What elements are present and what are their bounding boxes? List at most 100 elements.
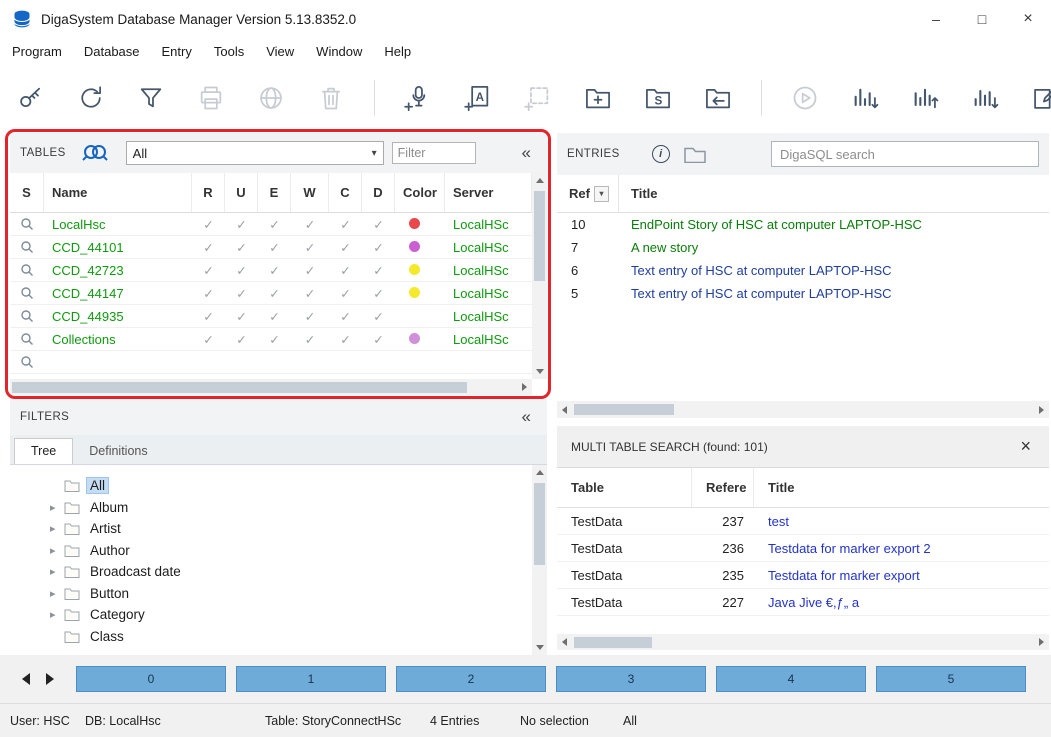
refresh-icon[interactable] [74, 81, 108, 115]
result-row[interactable]: TestData 227 Java Jive €,ƒ„ a [557, 589, 1049, 616]
col-header-u[interactable]: U [225, 173, 258, 212]
entry-row[interactable]: 7 A new story [557, 236, 1049, 259]
tree-item-all[interactable]: All [10, 475, 532, 497]
expand-arrow-icon[interactable]: ▸ [50, 608, 64, 621]
folder-s-icon[interactable]: S [641, 81, 675, 115]
col-header-e[interactable]: E [258, 173, 291, 212]
key-icon[interactable] [14, 81, 48, 115]
folder-icon[interactable] [684, 146, 706, 163]
pager-prev-button[interactable] [14, 667, 38, 691]
add-text-entry-icon[interactable]: A [461, 81, 495, 115]
entry-row[interactable]: 10 EndPoint Story of HSC at computer LAP… [557, 213, 1049, 236]
tree-item-category[interactable]: ▸ Category [10, 604, 532, 626]
col-header-c[interactable]: C [329, 173, 362, 212]
table-row[interactable]: CCD_42723 ✓ ✓ ✓ ✓ ✓ ✓ LocalHSc [10, 259, 532, 282]
table-row[interactable]: CCD_44935 ✓ ✓ ✓ ✓ ✓ ✓ LocalHSc [10, 305, 532, 328]
col-header-w[interactable]: W [291, 173, 329, 212]
scroll-left-arrow[interactable] [557, 635, 572, 650]
col-header-table[interactable]: Table [557, 468, 692, 507]
levels-3-icon[interactable] [968, 81, 1002, 115]
filter-icon[interactable] [134, 81, 168, 115]
result-row[interactable]: TestData 236 Testdata for marker export … [557, 535, 1049, 562]
scroll-up-arrow[interactable] [532, 173, 547, 188]
collapse-filters-button[interactable]: « [516, 407, 537, 427]
print-icon[interactable] [194, 81, 228, 115]
row-search-icon[interactable] [10, 309, 44, 323]
scrollbar-thumb[interactable] [534, 483, 545, 565]
row-search-icon[interactable] [10, 355, 44, 369]
entry-row[interactable]: 5 Text entry of HSC at computer LAPTOP-H… [557, 282, 1049, 305]
tree-item-album[interactable]: ▸ Album [10, 497, 532, 519]
page-button-4[interactable]: 4 [716, 666, 866, 692]
table-scope-dropdown[interactable]: All ▾ [126, 141, 384, 165]
entries-hscrollbar[interactable] [557, 401, 1049, 418]
result-row[interactable]: TestData 235 Testdata for marker export [557, 562, 1049, 589]
col-header-title[interactable]: Title [619, 186, 1049, 201]
expand-arrow-icon[interactable]: ▸ [50, 544, 64, 557]
close-multi-search-button[interactable]: × [1016, 436, 1035, 457]
menu-item-view[interactable]: View [255, 40, 305, 63]
scrollbar-thumb[interactable] [574, 404, 674, 415]
digasql-search-input[interactable] [771, 141, 1039, 167]
entry-row[interactable]: 6 Text entry of HSC at computer LAPTOP-H… [557, 259, 1049, 282]
scrollbar-thumb[interactable] [534, 191, 545, 281]
menu-item-program[interactable]: Program [1, 40, 73, 63]
col-header-r[interactable]: R [192, 173, 225, 212]
pager-next-button[interactable] [38, 667, 62, 691]
col-header-title[interactable]: Title [754, 468, 1049, 507]
delete-icon[interactable] [314, 81, 348, 115]
page-button-1[interactable]: 1 [236, 666, 386, 692]
levels-1-icon[interactable] [848, 81, 882, 115]
scroll-right-arrow[interactable] [517, 380, 532, 395]
col-header-reference[interactable]: Refere [692, 468, 754, 507]
tables-hscrollbar[interactable] [10, 379, 532, 395]
page-button-2[interactable]: 2 [396, 666, 546, 692]
marquee-select-icon[interactable] [521, 81, 555, 115]
col-header-server[interactable]: Server [445, 173, 532, 212]
tree-item-class[interactable]: Class [10, 626, 532, 648]
expand-arrow-icon[interactable]: ▸ [50, 565, 64, 578]
tree-item-broadcast-date[interactable]: ▸ Broadcast date [10, 561, 532, 583]
tree-item-button[interactable]: ▸ Button [10, 583, 532, 605]
add-audio-entry-icon[interactable] [401, 81, 435, 115]
col-header-color[interactable]: Color [395, 173, 445, 212]
scroll-down-arrow[interactable] [532, 364, 547, 379]
menu-item-database[interactable]: Database [73, 40, 151, 63]
tab-definitions[interactable]: Definitions [73, 439, 163, 464]
expand-arrow-icon[interactable]: ▸ [50, 522, 64, 535]
folder-import-icon[interactable] [701, 81, 735, 115]
row-search-icon[interactable] [10, 286, 44, 300]
close-button[interactable]: × [1005, 0, 1051, 38]
expand-arrow-icon[interactable]: ▸ [50, 501, 64, 514]
menu-item-tools[interactable]: Tools [203, 40, 255, 63]
scroll-right-arrow[interactable] [1034, 635, 1049, 650]
edit-entry-icon[interactable] [1028, 81, 1051, 115]
table-row[interactable]: CCD_44147 ✓ ✓ ✓ ✓ ✓ ✓ LocalHSc [10, 282, 532, 305]
result-row[interactable]: TestData 237 test [557, 508, 1049, 535]
collapse-tables-button[interactable]: « [516, 143, 537, 163]
play-icon[interactable] [788, 81, 822, 115]
row-search-icon[interactable] [10, 332, 44, 346]
scrollbar-thumb[interactable] [574, 637, 652, 648]
table-filter-input[interactable] [392, 142, 476, 164]
table-row[interactable]: LocalHsc ✓ ✓ ✓ ✓ ✓ ✓ LocalHSc [10, 213, 532, 236]
scrollbar-thumb[interactable] [12, 382, 467, 393]
menu-item-window[interactable]: Window [305, 40, 373, 63]
tree-item-author[interactable]: ▸ Author [10, 540, 532, 562]
expand-arrow-icon[interactable]: ▸ [50, 587, 64, 600]
tables-vscrollbar[interactable] [532, 173, 547, 379]
col-header-s[interactable]: S [10, 173, 44, 212]
scroll-left-arrow[interactable] [557, 402, 572, 417]
menu-item-help[interactable]: Help [373, 40, 422, 63]
new-folder-icon[interactable] [581, 81, 615, 115]
levels-2-icon[interactable] [908, 81, 942, 115]
scroll-up-arrow[interactable] [532, 465, 547, 480]
page-button-5[interactable]: 5 [876, 666, 1026, 692]
scroll-down-arrow[interactable] [532, 640, 547, 655]
table-row[interactable]: CCD_44101 ✓ ✓ ✓ ✓ ✓ ✓ LocalHSc [10, 236, 532, 259]
col-header-name[interactable]: Name [44, 173, 192, 212]
row-search-icon[interactable] [10, 263, 44, 277]
globe-icon[interactable] [254, 81, 288, 115]
row-search-icon[interactable] [10, 240, 44, 254]
info-icon[interactable]: i [652, 145, 670, 163]
